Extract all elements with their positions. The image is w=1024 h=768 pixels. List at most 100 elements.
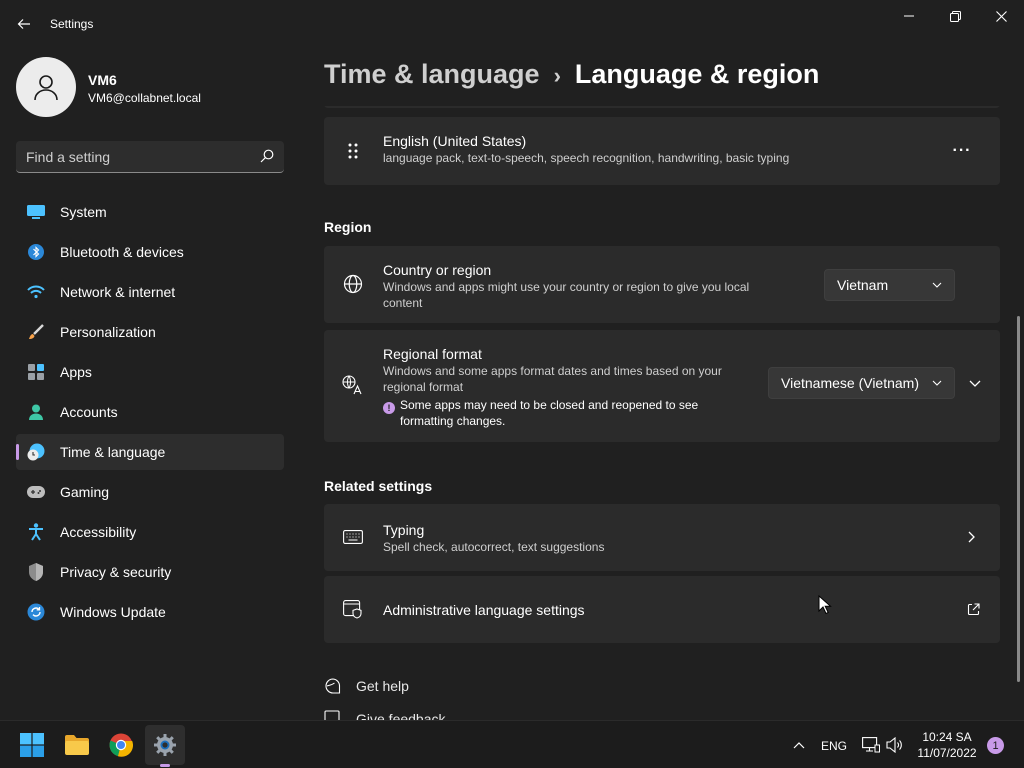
- search-box: [16, 141, 284, 173]
- sidebar-item-network[interactable]: Network & internet: [16, 274, 284, 310]
- typing-card[interactable]: Typing Spell check, autocorrect, text su…: [324, 504, 1000, 571]
- minimize-button[interactable]: [886, 0, 932, 32]
- sidebar-item-label: Accounts: [60, 404, 118, 420]
- country-description: Windows and apps might use your country …: [383, 280, 750, 310]
- chevron-down-icon: [969, 380, 981, 387]
- sidebar-item-windows-update[interactable]: Windows Update: [16, 594, 284, 630]
- region-heading: Region: [324, 219, 372, 235]
- sidebar-item-privacy[interactable]: Privacy & security: [16, 554, 284, 590]
- gear-icon: [154, 734, 176, 756]
- settings-taskbar-button[interactable]: [145, 725, 185, 765]
- user-email: VM6@collabnet.local: [88, 91, 201, 105]
- expand-button[interactable]: [962, 371, 988, 395]
- language-card-english[interactable]: English (United States) language pack, t…: [324, 117, 1000, 185]
- language-description: language pack, text-to-speech, speech re…: [383, 151, 790, 165]
- language-format-icon: [342, 374, 364, 396]
- sidebar-item-system[interactable]: System: [16, 194, 284, 230]
- mouse-cursor-icon: [818, 595, 832, 615]
- related-settings-heading: Related settings: [324, 478, 433, 494]
- sidebar-item-label: Accessibility: [60, 524, 137, 540]
- sidebar-item-time-language[interactable]: Time & language: [16, 434, 284, 470]
- breadcrumb-parent[interactable]: Time & language: [324, 59, 540, 89]
- sidebar-item-accounts[interactable]: Accounts: [16, 394, 284, 430]
- apps-icon: [26, 362, 46, 382]
- chevron-up-icon: [793, 741, 805, 748]
- clock-date: 11/07/2022: [917, 746, 977, 760]
- page-title: Language & region: [574, 59, 820, 89]
- file-explorer-button[interactable]: [57, 725, 97, 765]
- network-monitor-icon: [862, 737, 880, 753]
- windows-logo-icon: [20, 733, 44, 757]
- sidebar-item-label: Network & internet: [60, 284, 176, 300]
- sidebar-item-apps[interactable]: Apps: [16, 354, 284, 390]
- vertical-scrollbar[interactable]: [1017, 316, 1020, 682]
- chevron-down-icon: [932, 380, 942, 386]
- open-external-icon: [967, 603, 980, 621]
- speaker-icon: [886, 737, 902, 753]
- notification-badge[interactable]: 1: [987, 737, 1004, 754]
- language-title: English (United States): [383, 133, 527, 149]
- sidebar-item-label: Bluetooth & devices: [60, 244, 184, 260]
- more-options-button[interactable]: ···: [944, 137, 980, 165]
- app-title: Settings: [50, 17, 94, 31]
- user-name: VM6: [88, 72, 117, 88]
- start-button[interactable]: [12, 725, 52, 765]
- restore-icon: [949, 10, 961, 22]
- get-help-link[interactable]: Get help: [324, 676, 409, 696]
- country-dropdown[interactable]: Vietnam: [824, 269, 955, 301]
- brush-icon: [26, 322, 46, 342]
- settings-scroll-area: English (United States) language pack, t…: [324, 106, 1000, 720]
- search-input[interactable]: [26, 147, 246, 167]
- regional-format-warning: Some apps may need to be closed and reop…: [400, 398, 699, 428]
- back-button[interactable]: [12, 12, 36, 36]
- sidebar-item-gaming[interactable]: Gaming: [16, 474, 284, 510]
- sidebar-item-label: Personalization: [60, 324, 156, 340]
- folder-icon: [65, 735, 89, 755]
- wifi-icon: [26, 282, 46, 302]
- chrome-button[interactable]: [101, 725, 141, 765]
- chrome-icon: [109, 733, 133, 757]
- previous-card-edge: [324, 106, 1000, 108]
- input-language-indicator[interactable]: ENG: [821, 739, 847, 753]
- sidebar-item-label: Time & language: [60, 444, 166, 460]
- volume-tray-button[interactable]: [884, 725, 906, 765]
- shield-icon: [26, 562, 46, 582]
- country-region-card: Country or region Windows and apps might…: [324, 246, 1000, 323]
- close-button[interactable]: [978, 0, 1024, 32]
- taskbar: ENG 10:24 SA 11/07/2022 1: [0, 720, 1024, 768]
- sidebar-item-accessibility[interactable]: Accessibility: [16, 514, 284, 550]
- drag-handle-icon[interactable]: [342, 140, 364, 162]
- info-icon: !: [383, 402, 395, 414]
- clock[interactable]: 10:24 SA 11/07/2022: [912, 729, 982, 761]
- close-icon: [995, 10, 1007, 22]
- regional-format-description: Windows and some apps format dates and t…: [383, 364, 722, 394]
- network-tray-button[interactable]: [860, 725, 882, 765]
- sidebar-item-personalization[interactable]: Personalization: [16, 314, 284, 350]
- sidebar-item-label: Apps: [60, 364, 92, 380]
- regional-format-dropdown[interactable]: Vietnamese (Vietnam): [768, 367, 955, 399]
- clock-time: 10:24 SA: [922, 730, 972, 744]
- bluetooth-icon: [26, 242, 46, 262]
- show-hidden-icons-button[interactable]: [786, 725, 812, 765]
- globe-icon: [342, 273, 364, 295]
- nav-list: System Bluetooth & devices Network & int…: [16, 194, 284, 634]
- title-bar: Settings: [0, 0, 1024, 48]
- sidebar-item-label: Windows Update: [60, 604, 166, 620]
- admin-language-card[interactable]: Administrative language settings: [324, 576, 1000, 643]
- country-dropdown-value: Vietnam: [837, 277, 889, 293]
- search-icon[interactable]: [260, 149, 274, 163]
- chevron-right-icon: [968, 530, 975, 548]
- person-icon: [26, 402, 46, 422]
- chevron-down-icon: [932, 282, 942, 288]
- sidebar-item-label: Gaming: [60, 484, 110, 500]
- get-help-label: Get help: [356, 678, 409, 694]
- sidebar: VM6 VM6@collabnet.local System Bluetooth…: [0, 48, 300, 720]
- sidebar-item-label: Privacy & security: [60, 564, 172, 580]
- help-chat-icon: [325, 678, 341, 694]
- clock-globe-icon: [26, 442, 46, 462]
- give-feedback-link[interactable]: Give feedback: [324, 709, 446, 720]
- avatar[interactable]: [16, 57, 76, 117]
- active-app-indicator: [160, 764, 170, 767]
- sidebar-item-bluetooth[interactable]: Bluetooth & devices: [16, 234, 284, 270]
- maximize-button[interactable]: [932, 0, 978, 32]
